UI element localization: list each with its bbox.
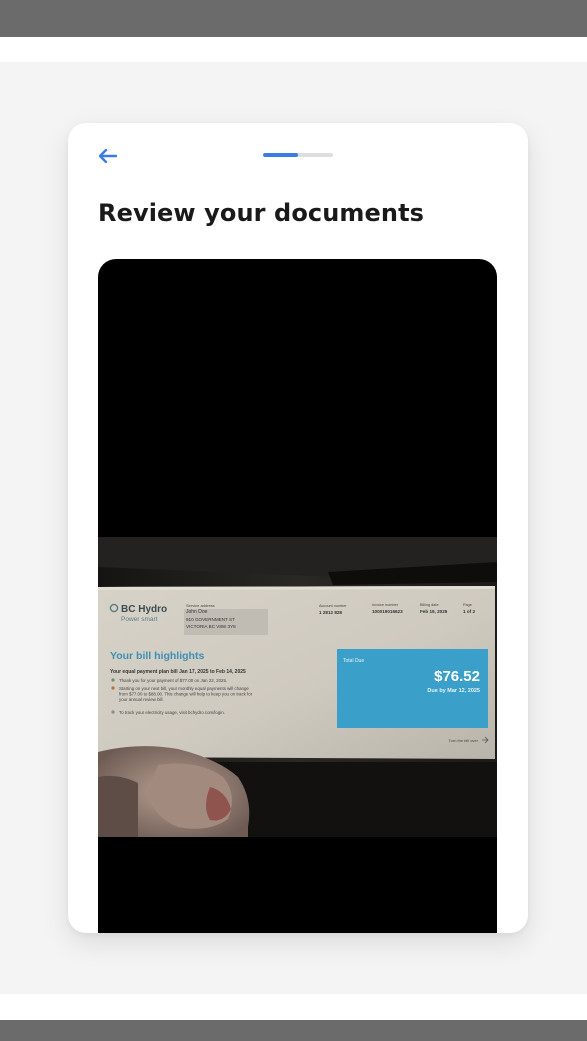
progress-fill [263, 153, 298, 157]
address-line-1: 910 GOVERNMENT ST [186, 617, 235, 622]
billing-date-label: Billing date [420, 603, 439, 607]
progress-bar [263, 153, 333, 157]
bottom-bar [0, 1020, 587, 1041]
invoice-number-label: Invoice number [372, 603, 399, 607]
bill-photo: BC Hydro Power smart Service address Joh… [98, 537, 497, 837]
account-number: 1 2812 828 [319, 610, 342, 615]
document-preview[interactable]: BC Hydro Power smart Service address Joh… [98, 259, 497, 933]
bullet-1: Thank you for your payment of $77.00 on … [119, 678, 227, 683]
bullet-2c: your annual review bill. [119, 697, 164, 702]
back-button[interactable] [96, 145, 120, 167]
bullet-2b: from $77.00 to $88.00. This change will … [119, 692, 253, 697]
invoice-number: 100019016623 [372, 609, 403, 614]
page-label: Page [463, 603, 472, 607]
address-line-2: VICTORIA BC V8W 3Y8 [186, 624, 236, 629]
page-value: 1 of 2 [463, 609, 475, 614]
turn-page-note: Turn the bill over [448, 738, 478, 743]
billing-date: Feb 19, 2025 [420, 609, 448, 614]
review-card: Review your documents BC Hydro Power sma… [68, 123, 528, 933]
plan-line: Your equal payment plan bill Jan 17, 202… [110, 669, 246, 675]
top-bar [0, 0, 587, 37]
brand-tagline: Power smart [121, 616, 158, 623]
total-due-label: Total Due [343, 658, 364, 664]
arrow-left-icon [99, 149, 117, 163]
due-date: Due by Mar 12, 2025 [427, 688, 480, 694]
bullet-3: To track your electricity usage, visit b… [119, 710, 225, 715]
brand-name: BC Hydro [121, 604, 167, 615]
customer-name: John Doe [186, 609, 208, 615]
service-address-label: Service address [186, 603, 215, 608]
bullet-2a: Starting on your next bill, your monthly… [119, 686, 249, 691]
total-due-amount: $76.52 [434, 668, 480, 685]
highlights-title: Your bill highlights [110, 650, 204, 662]
account-number-label: Account number [319, 604, 347, 608]
page-title: Review your documents [98, 199, 425, 227]
